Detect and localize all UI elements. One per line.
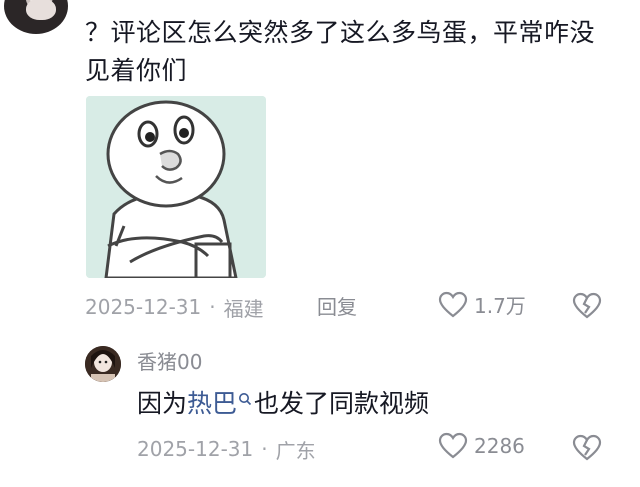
reply-like-count: 2286 (474, 434, 525, 458)
search-link-hot-topic[interactable]: 热巴 (187, 386, 237, 422)
reply-text-after: 也发了同款视频 (254, 389, 430, 418)
reply-username[interactable]: 香猪00 (137, 348, 202, 376)
reply-button[interactable]: 回复 (317, 292, 357, 322)
heart-icon (438, 432, 468, 459)
heart-icon (438, 291, 468, 317)
comment-dislike-button[interactable] (572, 292, 602, 324)
comment-meta: 2025-12-31 · 福建 (85, 292, 264, 322)
broken-heart-icon (572, 292, 602, 319)
reply-user-avatar[interactable] (85, 346, 121, 382)
reply-date: 2025-12-31 (137, 437, 254, 461)
comment-sticker-image[interactable] (86, 96, 266, 278)
search-icon[interactable] (238, 392, 252, 408)
comment-date: 2025-12-31 (85, 295, 202, 319)
comment-location: 福建 (223, 296, 264, 321)
meme-face-illustration (86, 96, 266, 278)
reply-meta: 2025-12-31 · 广东 (137, 434, 316, 464)
meta-separator: · (261, 437, 268, 461)
reply-like-button[interactable]: 2286 (438, 432, 525, 460)
meta-separator: · (209, 295, 216, 319)
broken-heart-icon (572, 434, 602, 461)
comment-like-count: 1.7万 (474, 294, 526, 318)
avatar-portrait (85, 346, 121, 382)
comment-like-button[interactable]: 1.7万 (438, 290, 526, 319)
reply-text-before: 因为 (137, 389, 188, 418)
comment-text: ？评论区怎么突然多了这么多鸟蛋，平常咋没见着你们 (85, 18, 596, 85)
commenter-avatar[interactable] (4, 0, 68, 34)
reply-dislike-button[interactable] (572, 434, 602, 466)
reply-text: 因为 热巴 也发了同款视频 (137, 386, 429, 422)
reply-location: 广东 (275, 438, 316, 463)
